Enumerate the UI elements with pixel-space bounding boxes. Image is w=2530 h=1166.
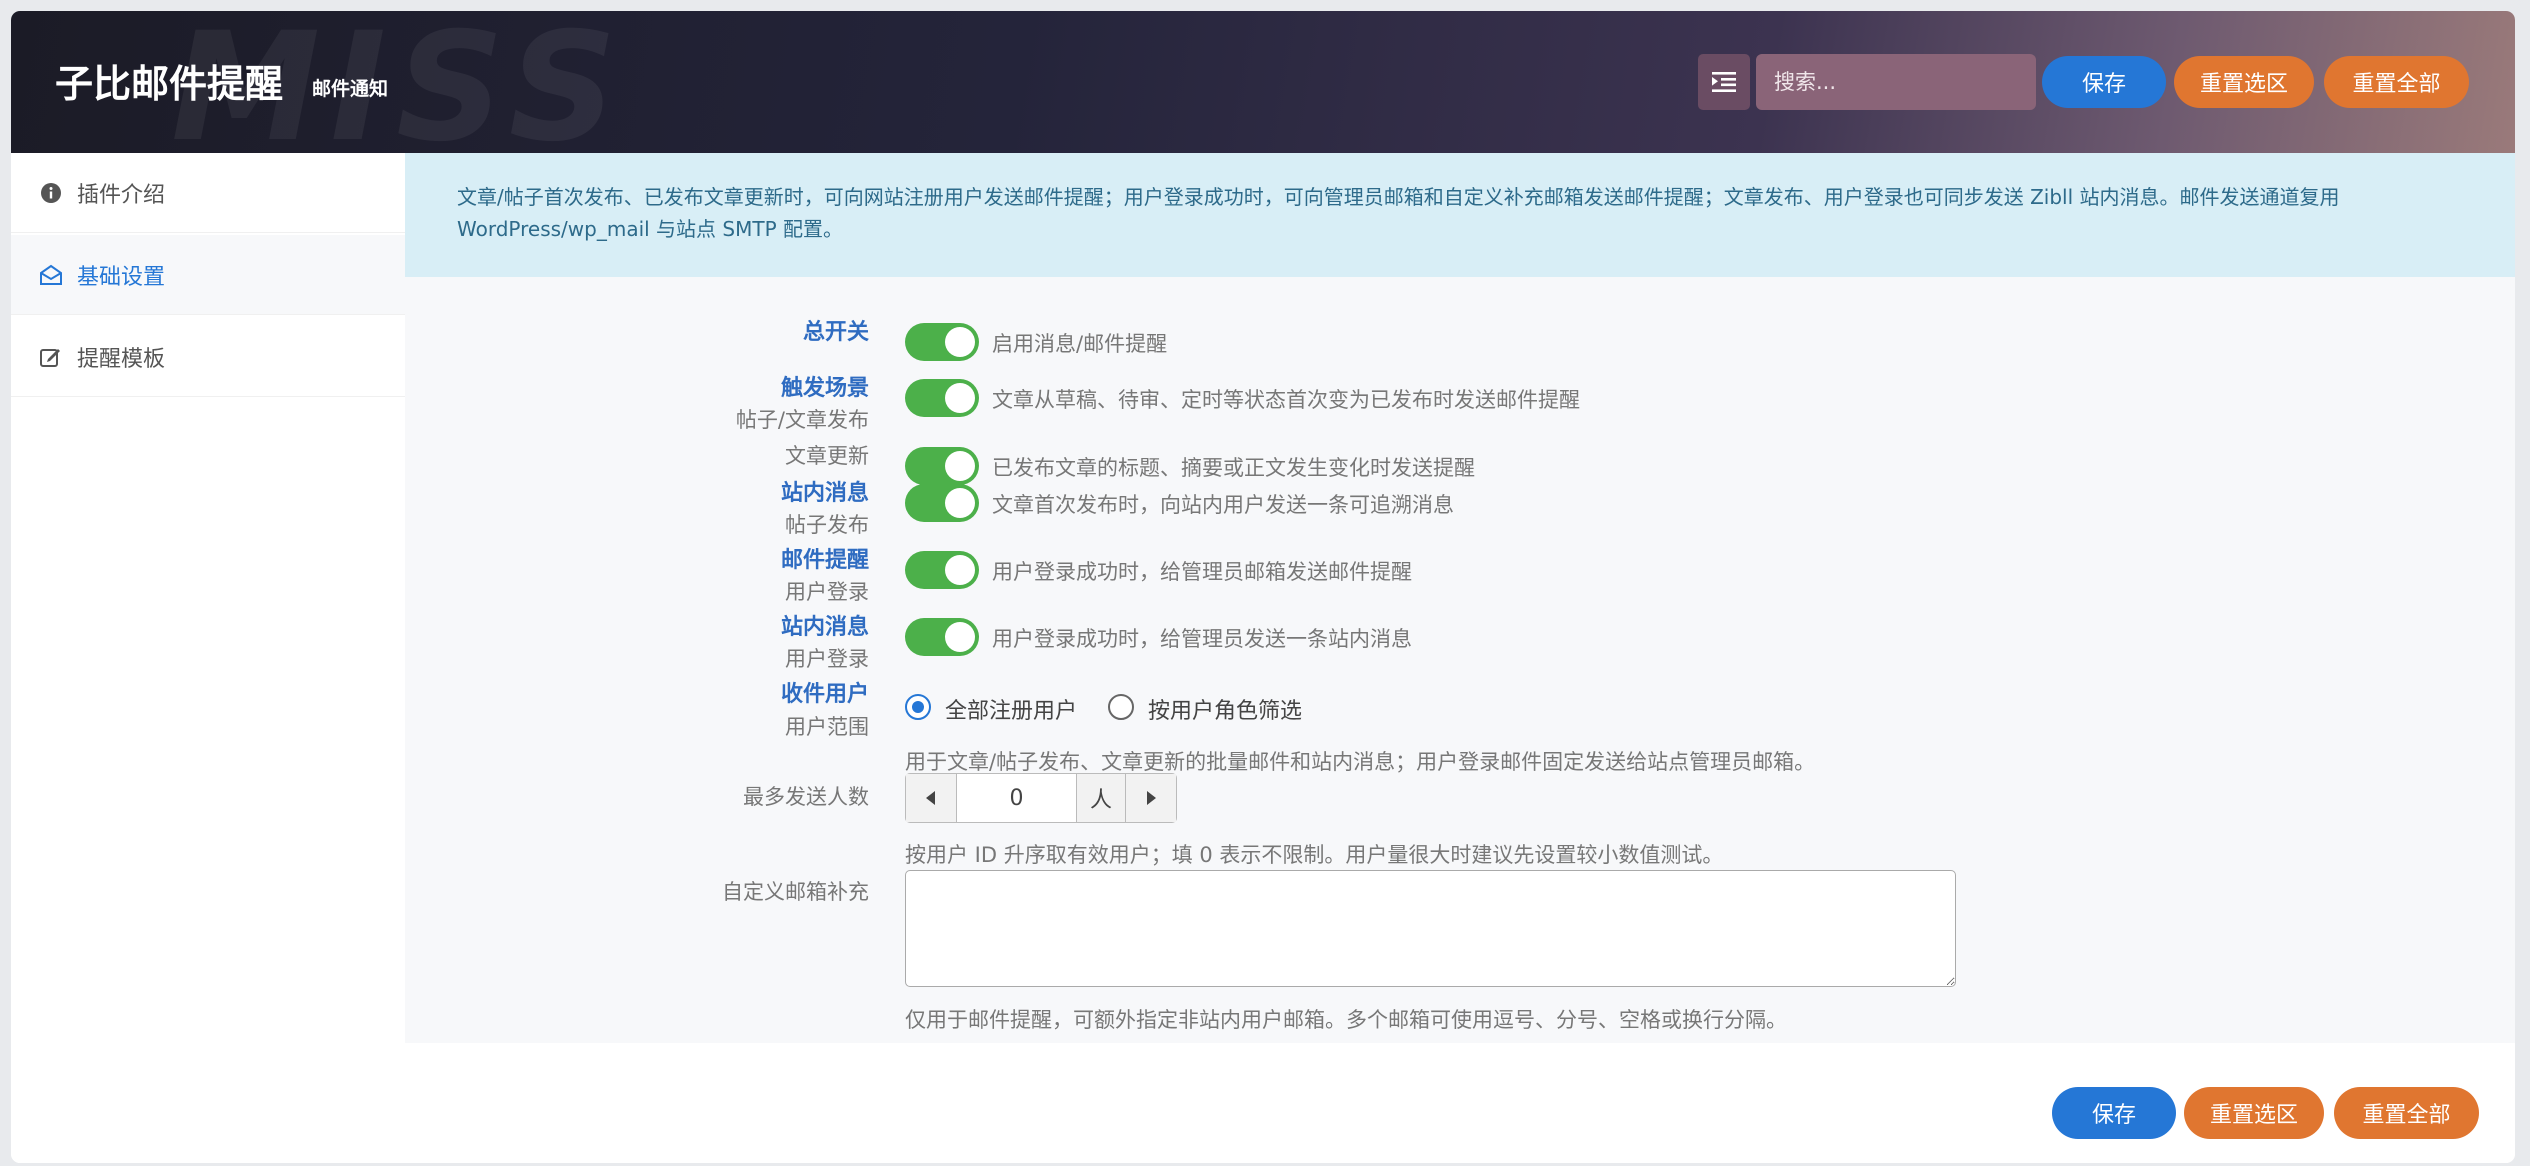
site-message-sub-label: 帖子发布 [785, 513, 869, 537]
mail-remind-toggle[interactable] [905, 551, 979, 589]
custom-email-desc: 仅用于邮件提醒，可额外指定非站内用户邮箱。多个邮箱可使用逗号、分号、空格或换行分… [905, 1008, 1787, 1032]
menu-toggle-button[interactable] [1698, 54, 1750, 110]
recipients-desc: 用于文章/帖子发布、文章更新的批量邮件和站内消息；用户登录邮件固定发送给站点管理… [905, 750, 1816, 774]
recipients-all-label[interactable]: 全部注册用户 [945, 693, 1077, 725]
site-message-toggle[interactable] [905, 484, 979, 522]
trigger-publish-toggle[interactable] [905, 379, 979, 417]
sidebar: 插件介绍 基础设置 提醒模板 [11, 153, 405, 1043]
max-send-unit: 人 [1076, 774, 1126, 822]
decrement-button[interactable] [906, 774, 956, 822]
trigger-update-toggle[interactable] [905, 447, 979, 485]
master-switch-label: 总开关 [802, 320, 869, 345]
recipients-all-radio[interactable] [905, 694, 931, 720]
custom-email-textarea[interactable] [905, 870, 1956, 987]
sidebar-item-intro[interactable]: 插件介绍 [11, 153, 405, 233]
sidebar-item-label: 插件介绍 [77, 182, 166, 208]
info-circle-icon [39, 181, 63, 205]
login-message-desc: 用户登录成功时，给管理员发送一条站内消息 [992, 627, 1412, 651]
max-send-input[interactable]: 0 [956, 774, 1076, 822]
master-switch-toggle[interactable] [905, 323, 979, 361]
mail-remind-sub-label: 用户登录 [785, 580, 869, 604]
footer: 保存 重置选区 重置全部 [11, 1043, 2515, 1163]
max-send-stepper: 0 人 [905, 773, 1177, 823]
main-content: 文章/帖子首次发布、已发布文章更新时，可向网站注册用户发送邮件提醒；用户登录成功… [405, 153, 2515, 1043]
trigger-publish-desc: 文章从草稿、待审、定时等状态首次变为已发布时发送邮件提醒 [992, 388, 1580, 412]
header: MISS 子比邮件提醒 邮件通知 保存 重置选区 重置全部 [11, 11, 2515, 153]
login-message-label: 站内消息 [780, 615, 869, 640]
trigger-label: 触发场景 [780, 376, 869, 401]
recipients-role-label[interactable]: 按用户角色筛选 [1148, 693, 1302, 725]
master-switch-desc: 启用消息/邮件提醒 [992, 332, 1168, 356]
recipients-sub-label: 用户范围 [785, 715, 869, 739]
reset-section-button[interactable]: 重置选区 [2174, 56, 2314, 108]
labels-column: 总开关 触发场景 帖子/文章发布 文章更新 站内消息 帖子发布 邮件提醒 用户登… [405, 153, 869, 1043]
sidebar-item-templates[interactable]: 提醒模板 [11, 317, 405, 397]
save-button[interactable]: 保存 [2042, 56, 2166, 108]
recipients-role-radio[interactable] [1108, 694, 1134, 720]
mail-remind-desc: 用户登录成功时，给管理员邮箱发送邮件提醒 [992, 560, 1412, 584]
site-message-desc: 文章首次发布时，向站内用户发送一条可追溯消息 [992, 493, 1454, 517]
footer-save-button[interactable]: 保存 [2052, 1087, 2176, 1139]
recipients-label: 收件用户 [780, 682, 869, 707]
max-send-desc: 按用户 ID 升序取有效用户；填 0 表示不限制。用户量很大时建议先设置较小数值… [905, 843, 1724, 867]
sidebar-item-basic-settings[interactable]: 基础设置 [11, 235, 405, 315]
sidebar-item-label: 基础设置 [77, 264, 166, 290]
login-message-toggle[interactable] [905, 618, 979, 656]
trigger-update-desc: 已发布文章的标题、摘要或正文发生变化时发送提醒 [992, 456, 1475, 480]
footer-reset-all-button[interactable]: 重置全部 [2334, 1087, 2479, 1139]
page-title: 子比邮件提醒 [55, 62, 284, 106]
max-send-label: 最多发送人数 [743, 785, 869, 809]
increment-button[interactable] [1126, 774, 1176, 822]
trigger-sub-label: 帖子/文章发布 [735, 408, 869, 432]
edit-icon [39, 345, 63, 369]
page-subtitle: 邮件通知 [312, 78, 389, 100]
search-input[interactable] [1756, 54, 2036, 110]
mail-remind-label: 邮件提醒 [780, 548, 869, 573]
app-frame: MISS 子比邮件提醒 邮件通知 保存 重置选区 重置全部 插件介绍 [11, 11, 2515, 1163]
site-message-label: 站内消息 [780, 481, 869, 506]
caret-right-icon [1147, 791, 1156, 805]
indent-icon [1712, 72, 1736, 92]
caret-left-icon [926, 791, 935, 805]
footer-reset-section-button[interactable]: 重置选区 [2184, 1087, 2324, 1139]
login-message-sub-label: 用户登录 [785, 647, 869, 671]
update-sub-label: 文章更新 [785, 444, 869, 468]
sidebar-item-label: 提醒模板 [77, 346, 166, 372]
envelope-open-icon [39, 263, 63, 287]
custom-email-label: 自定义邮箱补充 [722, 880, 869, 904]
reset-all-button[interactable]: 重置全部 [2324, 56, 2469, 108]
